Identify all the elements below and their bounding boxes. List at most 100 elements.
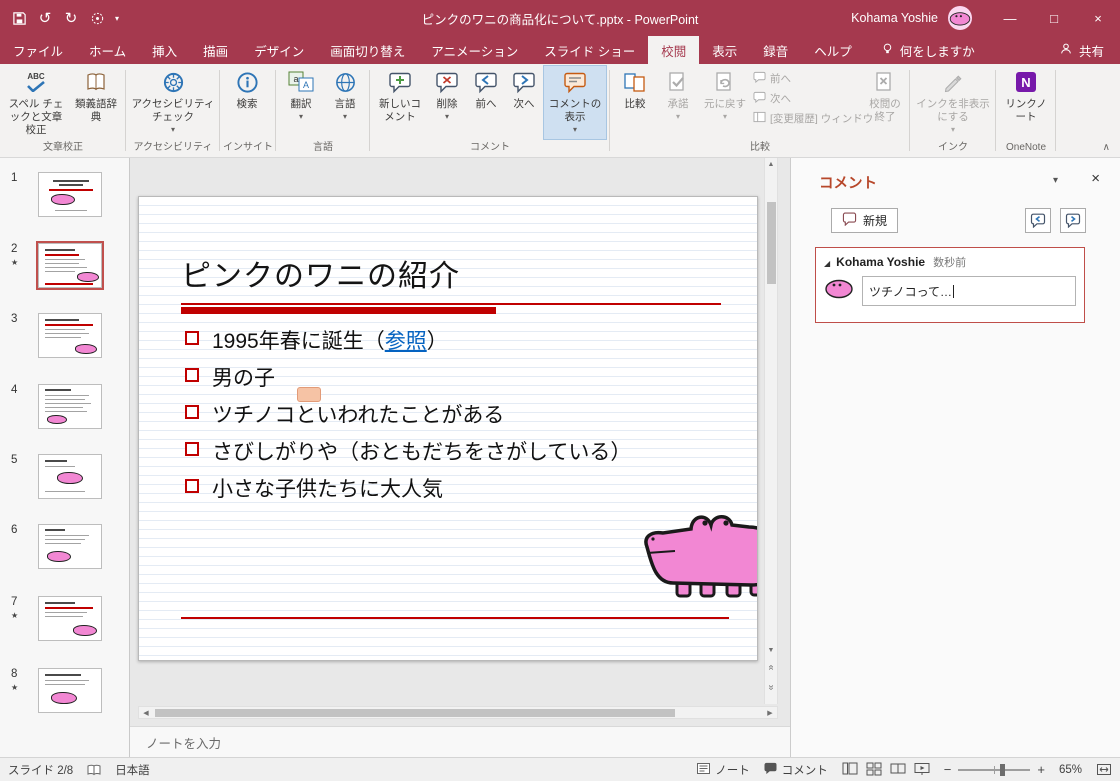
delete-comment-button[interactable]: 削除 ▾ (427, 65, 467, 140)
save-icon[interactable] (6, 5, 32, 31)
tab-draw[interactable]: 描画 (190, 36, 241, 64)
view-switcher (842, 761, 930, 779)
comment-text-input[interactable]: ツチノコって… (862, 276, 1076, 306)
next-slide-button[interactable]: » (765, 682, 777, 693)
scroll-left-icon[interactable]: ◀ (139, 709, 153, 717)
slideshow-button[interactable] (914, 761, 930, 779)
bullet-row: 小さな子供たちに大人気 (185, 473, 747, 502)
redo-icon[interactable]: ↻ (58, 5, 84, 31)
pen-icon (942, 68, 964, 96)
scroll-right-icon[interactable]: ▶ (763, 709, 777, 717)
previous-comment-ribbon-button[interactable]: 前へ (467, 65, 505, 140)
info-icon (236, 68, 259, 96)
language-indicator[interactable]: 日本語 (115, 762, 150, 778)
reject-change-button: 元に戻す ▾ (699, 65, 751, 140)
notes-pane[interactable]: ノートを入力 (130, 726, 790, 757)
collapse-comment-icon[interactable]: ◢ (824, 259, 830, 268)
comment-card[interactable]: ◢ Kohama Yoshie 数秒前 ツチノコって… (815, 247, 1085, 323)
zoom-percentage[interactable]: 65% (1059, 764, 1082, 776)
maximize-button[interactable]: □ (1032, 0, 1076, 36)
slide-thumbnail-3[interactable] (38, 313, 102, 358)
comment-anchor-marker[interactable] (297, 387, 321, 402)
horizontal-scrollbar[interactable]: ◀ ▶ (138, 706, 778, 719)
book-icon (85, 68, 107, 96)
vertical-scrollbar[interactable]: ▲ ▼ « » (764, 158, 778, 704)
minimize-button[interactable]: — (988, 0, 1032, 36)
tab-recording[interactable]: 録音 (750, 36, 801, 64)
zoom-slider-thumb[interactable] (1000, 764, 1005, 776)
slide-body-text[interactable]: 1995年春に誕生（参照） 男の子 ツチノコといわれたことがある さびしがりや（… (185, 325, 747, 510)
dropdown-arrow-icon: ▾ (343, 112, 347, 122)
tell-me-box[interactable]: 何をしますか (869, 36, 987, 64)
smart-lookup-button[interactable]: 検索 (223, 65, 271, 140)
thesaurus-button[interactable]: 類義語辞典 (69, 65, 123, 140)
scroll-down-icon[interactable]: ▼ (765, 647, 777, 654)
tab-design[interactable]: デザイン (241, 36, 317, 64)
tab-animations[interactable]: アニメーション (418, 36, 531, 64)
spell-check-button[interactable]: ABC スペル チェックと文章校正 (3, 65, 69, 140)
slide-thumbnail-2[interactable] (38, 243, 102, 288)
share-button[interactable]: 共有 (1043, 36, 1120, 64)
translate-button[interactable]: aA 翻訳 ▾ (279, 65, 323, 140)
notes-toggle[interactable]: ノート (697, 762, 750, 778)
tab-view[interactable]: 表示 (699, 36, 750, 64)
close-button[interactable]: × (1076, 0, 1120, 36)
slide-sorter-view-button[interactable] (866, 761, 882, 779)
undo-icon[interactable]: ↺ (32, 5, 58, 31)
notes-placeholder[interactable]: ノートを入力 (146, 733, 221, 752)
reference-link[interactable]: 参照 (385, 330, 427, 353)
tab-file[interactable]: ファイル (0, 36, 76, 64)
tab-review[interactable]: 校閲 (648, 36, 699, 64)
slide-thumbnail-5[interactable] (38, 454, 102, 499)
dropdown-arrow-icon: ▾ (299, 112, 303, 122)
accept-icon (667, 68, 689, 96)
zoom-slider[interactable] (958, 769, 1030, 771)
scroll-up-icon[interactable]: ▲ (765, 161, 777, 168)
tab-slideshow[interactable]: スライド ショー (531, 36, 648, 64)
reading-view-button[interactable] (890, 761, 906, 779)
new-comment-button[interactable]: 新しいコメント (373, 65, 427, 140)
tab-home[interactable]: ホーム (76, 36, 139, 64)
slide-indicator[interactable]: スライド 2/8 (8, 762, 73, 778)
person-icon (1059, 42, 1073, 59)
qat-customize-icon[interactable]: ▾ (110, 5, 124, 31)
slide-thumbnail-8[interactable] (38, 668, 102, 713)
language-button[interactable]: 言語 ▾ (323, 65, 367, 140)
slide-star-7: ★ (11, 611, 18, 620)
linked-notes-button[interactable]: N リンクノート (999, 65, 1053, 140)
zoom-in-button[interactable]: + (1037, 762, 1045, 777)
compare-button[interactable]: 比較 (613, 65, 657, 140)
horizontal-scrollbar-thumb[interactable] (155, 709, 675, 717)
next-comment-ribbon-button[interactable]: 次へ (505, 65, 543, 140)
pink-crocodile-drawing[interactable] (639, 501, 758, 601)
slide-thumbnail-4[interactable] (38, 384, 102, 429)
slide-thumbnail-1[interactable] (38, 172, 102, 217)
user-avatar[interactable] (948, 6, 972, 30)
slide-thumbnail-7[interactable] (38, 596, 102, 641)
bullet-square-icon (185, 442, 199, 456)
zoom-out-button[interactable]: − (944, 762, 952, 777)
previous-slide-button[interactable]: « (765, 662, 777, 673)
tab-help[interactable]: ヘルプ (801, 36, 865, 64)
spellcheck-status-icon[interactable] (87, 764, 101, 776)
previous-comment-button[interactable] (1025, 208, 1051, 233)
tab-insert[interactable]: 挿入 (139, 36, 190, 64)
slide-title[interactable]: ピンクのワニの紹介 (181, 251, 460, 295)
bullet-square-icon (185, 368, 199, 382)
touch-mode-icon[interactable] (84, 5, 110, 31)
vertical-scrollbar-thumb[interactable] (767, 202, 776, 284)
collapse-ribbon-icon[interactable]: ∧ (1103, 142, 1110, 153)
accessibility-check-button[interactable]: アクセシビリティチェック ▾ (129, 65, 217, 140)
next-comment-button[interactable] (1060, 208, 1086, 233)
pane-options-chevron-icon[interactable]: ▾ (1053, 175, 1058, 186)
slide-thumbnail-6[interactable] (38, 524, 102, 569)
normal-view-button[interactable] (842, 761, 858, 779)
tab-transitions[interactable]: 画面切り替え (317, 36, 418, 64)
slide-editor[interactable]: ピンクのワニの紹介 1995年春に誕生（参照） 男の子 ツチノコといわれたことが… (138, 196, 758, 661)
comments-pane-close-icon[interactable]: × (1091, 170, 1100, 187)
new-comment-pane-button[interactable]: 新規 (831, 208, 898, 233)
show-comments-button[interactable]: コメントの表示 ▾ (543, 65, 607, 140)
bullet-square-icon (185, 479, 199, 493)
fit-to-window-button[interactable] (1096, 762, 1112, 777)
comments-toggle[interactable]: コメント (764, 762, 828, 778)
